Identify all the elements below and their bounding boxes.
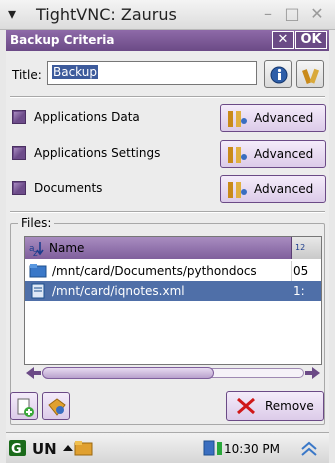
clock[interactable]: 10:30 PM <box>224 442 280 456</box>
dialog-close-button[interactable]: ✕ <box>272 31 294 49</box>
add-file-icon <box>17 398 34 417</box>
file-path: /mnt/card/iqnotes.xml <box>52 284 185 298</box>
advanced-icon <box>228 111 247 127</box>
scroll-thumb[interactable] <box>42 367 214 379</box>
column-divider <box>291 261 292 281</box>
title-label: Title: <box>12 68 42 82</box>
remove-label: Remove <box>265 399 314 413</box>
dialog-titlebar: Backup Criteria ✕ OK <box>6 30 329 51</box>
files-legend: Files: <box>18 216 55 230</box>
column-header-name[interactable]: Name <box>49 241 84 255</box>
files-listview[interactable]: a z Name 12 /mnt/card/Documents/pythondo… <box>24 236 322 365</box>
horizontal-scrollbar[interactable] <box>24 365 322 381</box>
svg-text:12: 12 <box>295 243 305 252</box>
advanced-label: Advanced <box>254 111 314 125</box>
advanced-button-applications-data[interactable]: Advanced <box>220 104 326 132</box>
advanced-icon <box>228 147 247 163</box>
info-button[interactable] <box>264 60 292 88</box>
separator <box>10 96 325 98</box>
separator <box>10 211 325 213</box>
listview-header: a z Name 12 <box>25 237 321 259</box>
file-col2: 05 <box>293 264 309 278</box>
advanced-label: Advanced <box>254 147 314 161</box>
folder-icon <box>29 264 47 278</box>
file-path: /mnt/card/Documents/pythondocs <box>52 264 257 278</box>
add-folder-icon <box>48 398 66 416</box>
start-menu-icon[interactable]: G <box>8 439 28 457</box>
file-col2: 1: <box>293 284 305 298</box>
title-input[interactable]: Backup <box>47 61 257 85</box>
advanced-icon <box>228 182 247 198</box>
dialog-ok-button[interactable]: OK <box>295 31 327 49</box>
applications-data-checkbox[interactable] <box>12 110 26 124</box>
dialog-title: Backup Criteria <box>10 33 115 47</box>
remove-icon <box>237 397 255 415</box>
applications-settings-label: Applications Settings <box>34 146 161 160</box>
advanced-button-documents[interactable]: Advanced <box>220 175 326 203</box>
maximize-button[interactable]: □ <box>282 4 302 24</box>
expand-icon[interactable] <box>300 439 318 457</box>
tools-icon <box>302 68 320 84</box>
document-icon <box>31 283 45 299</box>
sort-icon[interactable]: a z <box>29 240 45 256</box>
sort-numeric-icon: 12 <box>295 243 305 252</box>
up-arrow-icon[interactable] <box>62 439 74 457</box>
add-file-button[interactable] <box>10 392 38 420</box>
documents-checkbox[interactable] <box>12 181 26 195</box>
advanced-button-applications-settings[interactable]: Advanced <box>220 140 326 168</box>
window-title: TightVNC: Zaurus <box>36 5 177 24</box>
taskbar: G UNi 10:30 PM <box>6 432 329 463</box>
documents-label: Documents <box>34 181 103 195</box>
minimize-button[interactable]: – <box>258 4 278 24</box>
applications-data-label: Applications Data <box>34 110 140 124</box>
advanced-label: Advanced <box>254 182 314 196</box>
tools-button[interactable] <box>296 60 324 88</box>
zaurus-screen: Backup Criteria ✕ OK Title: Backup Appli… <box>6 30 329 463</box>
scroll-right-icon[interactable] <box>304 365 322 381</box>
svg-text:G: G <box>11 442 22 457</box>
list-item[interactable]: /mnt/card/Documents/pythondocs 05 <box>25 261 321 281</box>
applications-settings-checkbox[interactable] <box>12 146 26 160</box>
scroll-left-icon[interactable] <box>24 365 42 381</box>
signal-icon[interactable] <box>216 439 224 457</box>
remove-button[interactable]: Remove <box>226 391 324 421</box>
close-window-button[interactable]: ✕ <box>307 4 327 24</box>
folder-task-icon[interactable] <box>74 439 94 457</box>
window-menu-icon[interactable]: ▾ <box>8 4 16 23</box>
battery-icon[interactable] <box>203 439 215 457</box>
info-icon <box>270 66 288 84</box>
column-header-2[interactable]: 12 <box>291 237 321 259</box>
add-folder-button[interactable] <box>42 392 70 420</box>
vnc-titlebar: ▾ TightVNC: Zaurus – □ ✕ <box>0 0 335 30</box>
title-input-value: Backup <box>52 65 98 79</box>
list-item-selected[interactable]: /mnt/card/iqnotes.xml 1: <box>25 281 321 301</box>
app-logo-icon[interactable]: UNi <box>32 439 56 457</box>
svg-text:UNi: UNi <box>32 440 56 457</box>
